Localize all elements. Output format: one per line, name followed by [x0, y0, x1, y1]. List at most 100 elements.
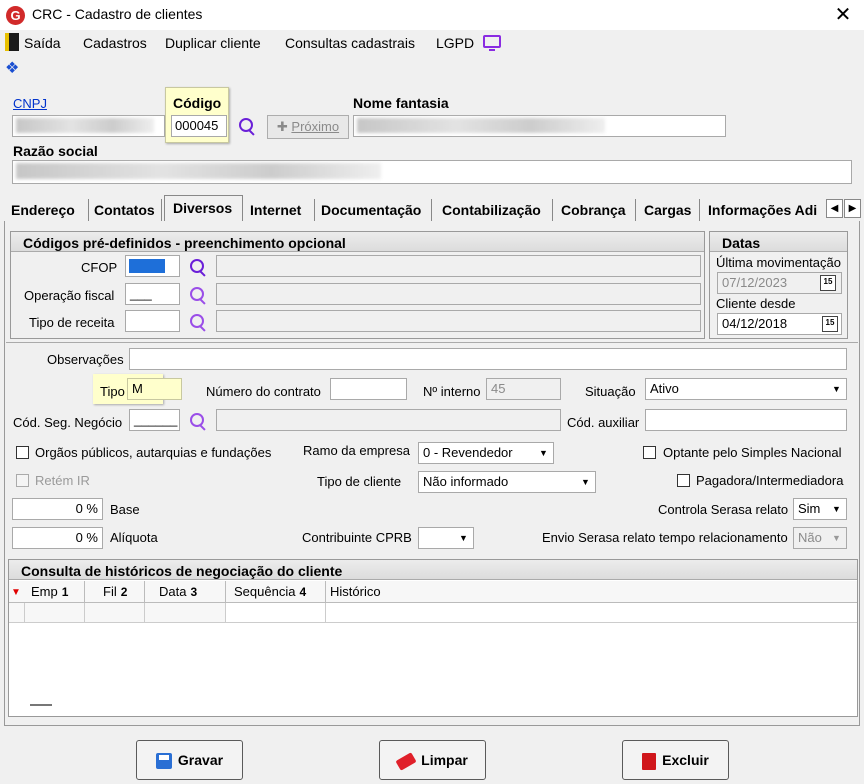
grid-col-fil[interactable]: Fil 2	[85, 581, 145, 603]
simples-nacional-checkbox[interactable]	[643, 446, 656, 459]
search-operacao-icon[interactable]	[189, 286, 207, 304]
cod-seg-negocio-input[interactable]: ______	[129, 409, 180, 431]
menu-consultas-cadastrais[interactable]: Consultas cadastrais	[285, 35, 415, 51]
calendar-icon[interactable]: 15	[822, 316, 838, 332]
cod-auxiliar-label: Cód. auxiliar	[567, 415, 640, 430]
grid-footer-handle[interactable]	[30, 704, 52, 706]
exit-door-icon[interactable]	[5, 33, 19, 51]
table-cell[interactable]	[145, 603, 226, 623]
contribuinte-cprb-select[interactable]: ▼	[418, 527, 474, 549]
tab-scroll-right-icon[interactable]: ▶	[844, 199, 861, 218]
search-codigo-icon[interactable]	[238, 117, 256, 135]
controla-serasa-select[interactable]: Sim ▼	[793, 498, 847, 520]
numero-contrato-input[interactable]	[330, 378, 407, 400]
diamond-icon[interactable]: ❖	[5, 58, 19, 78]
contribuinte-cprb-label: Contribuinte CPRB	[302, 530, 412, 545]
orgaos-publicos-checkbox[interactable]	[16, 446, 29, 459]
tab-internet[interactable]: Internet	[245, 199, 315, 221]
cnpj-link[interactable]: CNPJ	[13, 96, 47, 111]
tipo-cliente-value: Não informado	[423, 474, 509, 489]
proximo-button[interactable]: ✚ Próximo	[267, 115, 349, 139]
situacao-label: Situação	[585, 384, 636, 399]
menu-duplicar-cliente[interactable]: Duplicar cliente	[165, 35, 261, 51]
chevron-down-icon: ▼	[828, 380, 845, 398]
observacoes-input[interactable]	[129, 348, 847, 370]
tipo-cliente-select[interactable]: Não informado ▼	[418, 471, 596, 493]
historico-panel-title: Consulta de históricos de negociação do …	[9, 560, 857, 580]
menu-saida[interactable]: Saída	[24, 35, 61, 51]
app-logo-icon: G	[6, 6, 25, 25]
table-cell[interactable]	[226, 603, 326, 623]
nome-fantasia-label: Nome fantasia	[353, 95, 449, 111]
operacao-description	[216, 283, 701, 305]
tipo-input[interactable]: M	[127, 378, 182, 400]
tab-contabilizacao[interactable]: Contabilização	[432, 199, 553, 221]
controla-serasa-value: Sim	[798, 501, 821, 516]
cnpj-redacted	[16, 118, 154, 133]
ultima-movimentacao-label: Última movimentação	[716, 255, 841, 270]
tab-documentacao[interactable]: Documentação	[315, 199, 432, 221]
trash-icon	[642, 752, 657, 770]
grid-col-sequencia[interactable]: Sequência 4	[226, 581, 326, 603]
codigos-panel-title: Códigos pré-definidos - preenchimento op…	[11, 232, 704, 252]
ramo-empresa-select[interactable]: 0 - Revendedor ▼	[418, 442, 554, 464]
tab-contatos[interactable]: Contatos	[89, 199, 162, 221]
limpar-button[interactable]: Limpar	[379, 740, 486, 780]
tab-scroll-left-icon[interactable]: ◀	[826, 199, 843, 218]
excluir-button[interactable]: Excluir	[622, 740, 729, 780]
monitor-icon[interactable]	[483, 35, 501, 51]
pagadora-label: Pagadora/Intermediadora	[696, 473, 844, 488]
cfop-selection	[129, 259, 165, 273]
table-row[interactable]	[9, 603, 25, 623]
cod-seg-negocio-label: Cód. Seg. Negócio	[13, 415, 123, 430]
codigo-input[interactable]: 000045	[171, 115, 227, 137]
search-cfop-icon[interactable]	[189, 258, 207, 276]
gravar-button[interactable]: Gravar	[136, 740, 243, 780]
search-receita-icon[interactable]	[189, 313, 207, 331]
tab-endereco[interactable]: Endereço	[5, 199, 89, 221]
tipo-receita-input[interactable]	[125, 310, 180, 332]
menu-cadastros[interactable]: Cadastros	[83, 35, 147, 51]
aliquota-input[interactable]: 0 %	[12, 527, 103, 549]
orgaos-publicos-label: Orgãos públicos, autarquias e fundações	[35, 445, 272, 460]
grid-col-historico[interactable]: Histórico	[326, 581, 857, 603]
grid-col-emp[interactable]: Emp 1	[24, 581, 85, 603]
situacao-value: Ativo	[650, 381, 679, 396]
calendar-icon[interactable]: 15	[820, 275, 836, 291]
base-input[interactable]: 0 %	[12, 498, 103, 520]
ramo-empresa-label: Ramo da empresa	[303, 443, 410, 458]
ramo-empresa-value: 0 - Revendedor	[423, 445, 513, 460]
numero-contrato-label: Número do contrato	[206, 384, 321, 399]
col-fil-order: 2	[120, 585, 128, 599]
table-cell[interactable]	[326, 603, 857, 623]
tab-cargas[interactable]: Cargas	[636, 199, 700, 221]
envio-serasa-label: Envio Serasa relato tempo relacionamento	[542, 530, 788, 545]
chevron-down-icon: ▼	[828, 529, 845, 547]
controla-serasa-label: Controla Serasa relato	[658, 502, 789, 517]
col-emp-order: 1	[61, 585, 69, 599]
search-seg-negocio-icon[interactable]	[189, 412, 207, 430]
table-cell[interactable]	[25, 603, 85, 623]
limpar-label: Limpar	[421, 752, 468, 768]
situacao-select[interactable]: Ativo ▼	[645, 378, 847, 400]
n-interno-label: Nº interno	[423, 384, 481, 399]
eraser-icon	[395, 752, 417, 771]
chevron-down-icon: ▼	[455, 529, 472, 547]
close-icon[interactable]: ✕	[831, 3, 855, 27]
table-cell[interactable]	[85, 603, 145, 623]
menu-lgpd[interactable]: LGPD	[436, 35, 474, 51]
operacao-fiscal-input[interactable]: ___	[125, 283, 180, 305]
pagadora-checkbox[interactable]	[677, 474, 690, 487]
proximo-label: Próximo	[291, 119, 340, 134]
envio-serasa-select: Não ▼	[793, 527, 847, 549]
cliente-desde-label: Cliente desde	[716, 296, 796, 311]
n-interno-input: 45	[486, 378, 561, 400]
tipo-receita-label: Tipo de receita	[29, 315, 115, 330]
grid-col-data[interactable]: Data 3	[145, 581, 226, 603]
tab-cobranca[interactable]: Cobrança	[553, 199, 636, 221]
simples-nacional-label: Optante pelo Simples Nacional	[663, 445, 842, 460]
cfop-input[interactable]	[125, 255, 180, 277]
tab-informacoes-adicionais[interactable]: Informações Adi	[700, 199, 826, 221]
cod-auxiliar-input[interactable]	[645, 409, 847, 431]
tab-diversos[interactable]: Diversos	[164, 195, 243, 222]
